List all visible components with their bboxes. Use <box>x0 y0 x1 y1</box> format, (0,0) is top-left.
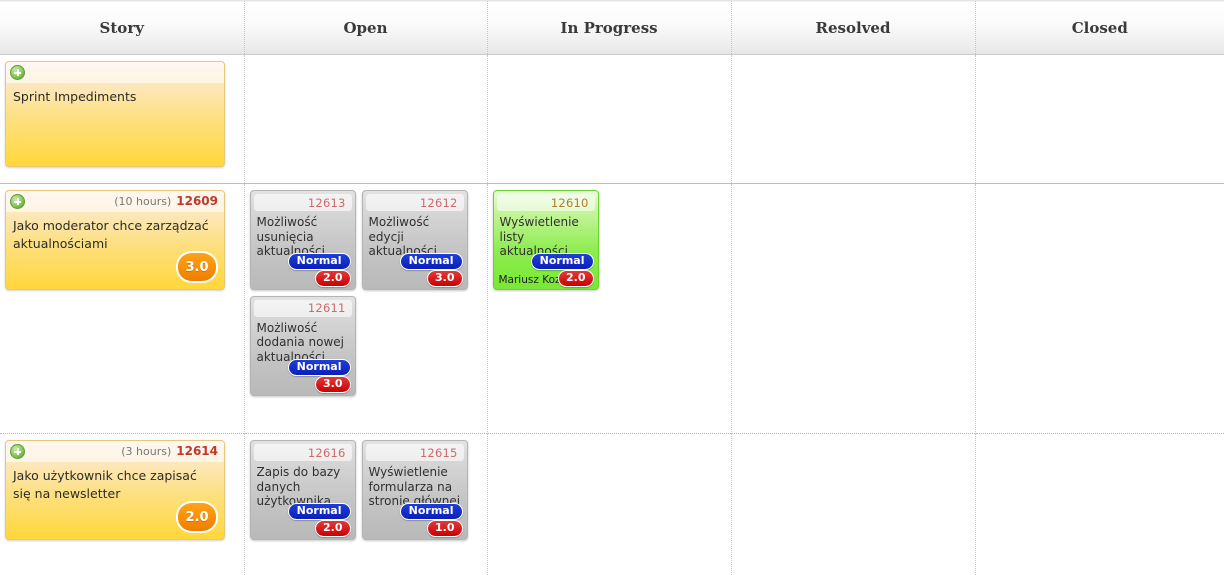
task-card-footer: Normal 3.0 <box>363 253 467 289</box>
task-card-footer: Normal Mariusz Kozłow 2.0 <box>494 253 598 289</box>
priority-badge: Normal <box>288 503 351 520</box>
story-card-impediments[interactable]: Sprint Impediments <box>5 61 225 167</box>
resolved-cell <box>731 434 975 575</box>
story-card-header <box>6 62 224 83</box>
story-cell: (3 hours) 12614 Jako użytkownik chce zap… <box>0 434 244 575</box>
board-row-12609: (10 hours) 12609 Jako moderator chce zar… <box>0 184 1224 434</box>
story-id[interactable]: 12609 <box>176 194 218 208</box>
task-title: Zapis do bazy danych użytkownika <box>251 461 355 509</box>
task-id[interactable]: 12613 <box>308 196 346 210</box>
priority-badge: Normal <box>288 359 351 376</box>
story-id[interactable]: 12614 <box>176 444 218 458</box>
task-points-badge: 1.0 <box>427 520 463 537</box>
priority-badge: Normal <box>288 253 351 270</box>
board-row-impediments: Sprint Impediments <box>0 55 1224 184</box>
closed-cell <box>975 434 1224 575</box>
column-header-story[interactable]: Story <box>0 1 244 55</box>
story-cell: Sprint Impediments <box>0 55 244 184</box>
open-cell: 12613 Możliwość usunięcia aktualności No… <box>244 184 487 434</box>
priority-badge: Normal <box>400 253 463 270</box>
column-header-resolved[interactable]: Resolved <box>731 1 975 55</box>
story-title: Sprint Impediments <box>6 83 224 106</box>
task-points-badge: 3.0 <box>427 270 463 287</box>
task-card-footer: Normal 1.0 <box>363 503 467 539</box>
task-board: Story Open In Progress Resolved Closed S… <box>0 0 1224 575</box>
column-header-open[interactable]: Open <box>244 1 487 55</box>
task-points-badge: 2.0 <box>558 270 594 287</box>
task-id[interactable]: 12616 <box>308 446 346 460</box>
task-id[interactable]: 12615 <box>420 446 458 460</box>
board-body: Sprint Impediments (10 hours) 12609 Jako… <box>0 55 1224 575</box>
task-id[interactable]: 12611 <box>308 301 346 315</box>
task-card-12613[interactable]: 12613 Możliwość usunięcia aktualności No… <box>250 190 356 290</box>
task-card-header: 12610 <box>497 194 595 211</box>
story-title: Jako moderator chce zarządzać aktualnośc… <box>6 212 224 253</box>
task-card-12612[interactable]: 12612 Możliwość edycji aktualności Norma… <box>362 190 468 290</box>
task-card-12611[interactable]: 12611 Możliwość dodania nowej aktualnośc… <box>250 296 356 396</box>
open-cell: 12616 Zapis do bazy danych użytkownika N… <box>244 434 487 575</box>
task-card-12616[interactable]: 12616 Zapis do bazy danych użytkownika N… <box>250 440 356 540</box>
story-card-header: (3 hours) 12614 <box>6 441 224 462</box>
task-card-12610[interactable]: 12610 Wyświetlenie listy aktualności Nor… <box>493 190 599 290</box>
task-card-header: 12611 <box>254 300 352 317</box>
in-progress-cell <box>487 434 731 575</box>
column-header-closed[interactable]: Closed <box>975 1 1224 55</box>
plus-circle-icon[interactable] <box>10 194 25 209</box>
story-card-12614[interactable]: (3 hours) 12614 Jako użytkownik chce zap… <box>5 440 225 540</box>
task-card-header: 12615 <box>366 444 464 461</box>
story-card-header: (10 hours) 12609 <box>6 191 224 212</box>
story-points-badge: 2.0 <box>176 501 218 533</box>
task-points-badge: 2.0 <box>315 270 351 287</box>
task-id[interactable]: 12610 <box>551 196 589 210</box>
story-card-12609[interactable]: (10 hours) 12609 Jako moderator chce zar… <box>5 190 225 290</box>
resolved-cell <box>731 55 975 184</box>
board-header: Story Open In Progress Resolved Closed <box>0 1 1224 55</box>
closed-cell <box>975 184 1224 434</box>
task-card-header: 12616 <box>254 444 352 461</box>
task-card-header: 12612 <box>366 194 464 211</box>
closed-cell <box>975 55 1224 184</box>
board-row-12614: (3 hours) 12614 Jako użytkownik chce zap… <box>0 434 1224 575</box>
task-card-footer: Normal 3.0 <box>251 359 355 395</box>
priority-badge: Normal <box>531 253 594 270</box>
task-title: Możliwość dodania nowej aktualności <box>251 317 355 365</box>
in-progress-cell: 12610 Wyświetlenie listy aktualności Nor… <box>487 184 731 434</box>
plus-circle-icon[interactable] <box>10 444 25 459</box>
task-card-footer: Normal 2.0 <box>251 503 355 539</box>
task-title: Wyświetlenie listy aktualności <box>494 211 598 259</box>
task-title: Możliwość edycji aktualności <box>363 211 467 259</box>
task-card-footer: Normal 2.0 <box>251 253 355 289</box>
task-id[interactable]: 12612 <box>420 196 458 210</box>
story-points-badge: 3.0 <box>176 251 218 283</box>
plus-circle-icon[interactable] <box>10 65 25 80</box>
task-title: Możliwość usunięcia aktualności <box>251 211 355 259</box>
resolved-cell <box>731 184 975 434</box>
column-header-in-progress[interactable]: In Progress <box>487 1 731 55</box>
task-card-12615[interactable]: 12615 Wyświetlenie formularza na stronie… <box>362 440 468 540</box>
task-title: Wyświetlenie formularza na stronie główn… <box>363 461 467 509</box>
task-points-badge: 3.0 <box>315 376 351 393</box>
in-progress-cell <box>487 55 731 184</box>
story-cell: (10 hours) 12609 Jako moderator chce zar… <box>0 184 244 434</box>
task-points-badge: 2.0 <box>315 520 351 537</box>
open-cell <box>244 55 487 184</box>
story-hours: (3 hours) <box>121 445 171 458</box>
story-hours: (10 hours) <box>114 195 171 208</box>
priority-badge: Normal <box>400 503 463 520</box>
task-card-header: 12613 <box>254 194 352 211</box>
story-title: Jako użytkownik chce zapisać się na news… <box>6 462 224 503</box>
